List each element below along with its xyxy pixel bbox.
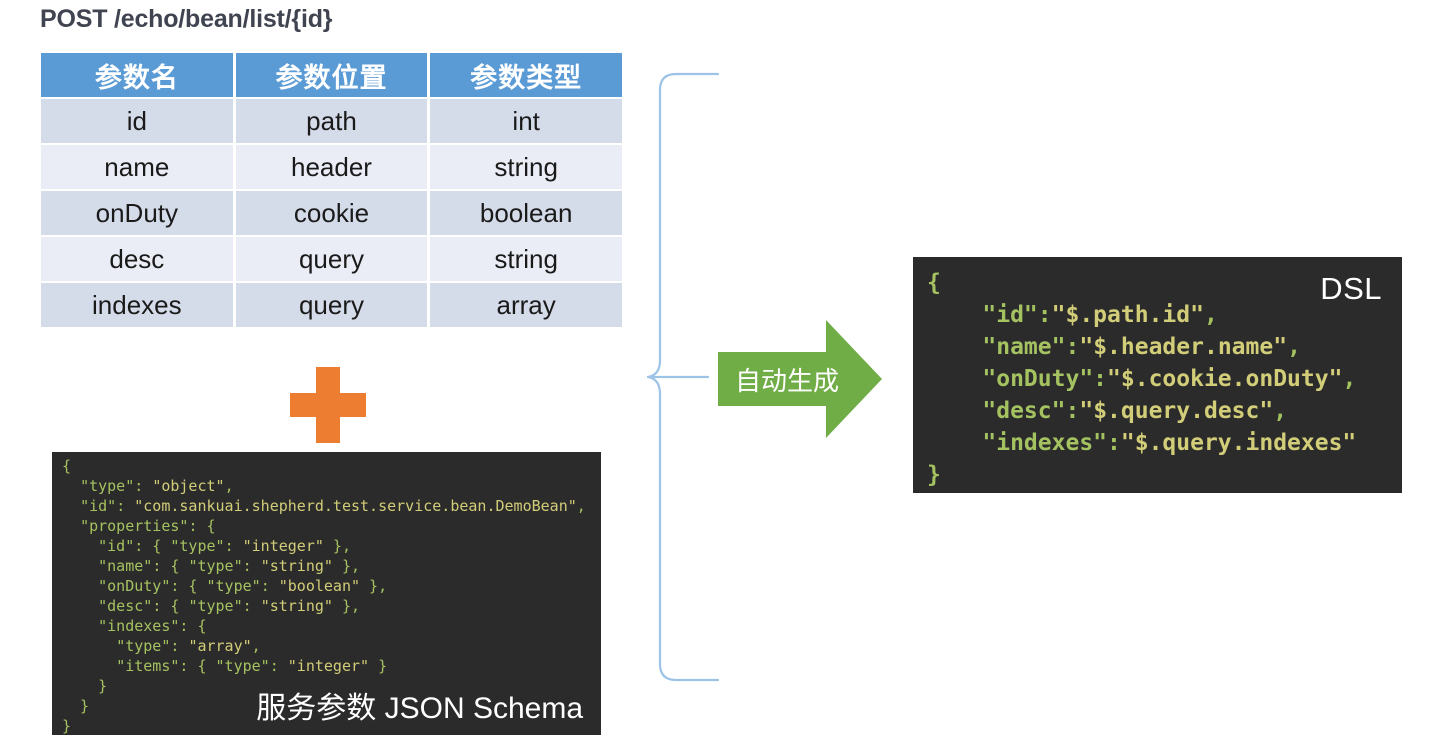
- cell-param-location: header: [235, 145, 428, 189]
- dsl-label: DSL: [1320, 271, 1382, 306]
- cell-param-location: query: [235, 283, 428, 327]
- column-header-param-name: 参数名: [41, 53, 233, 97]
- cell-param-location: path: [235, 99, 428, 143]
- cell-param-type: boolean: [430, 191, 622, 235]
- auto-generate-arrow: [718, 320, 882, 438]
- cell-param-name: id: [41, 99, 233, 143]
- table-row: name header string: [41, 145, 622, 189]
- cell-param-type: array: [430, 283, 622, 327]
- cell-param-name: indexes: [41, 283, 233, 327]
- column-header-param-type: 参数类型: [430, 53, 622, 97]
- cell-param-name: onDuty: [41, 191, 233, 235]
- table-row: onDuty cookie boolean: [41, 191, 622, 235]
- cell-param-name: name: [41, 145, 233, 189]
- cell-param-type: string: [430, 237, 622, 281]
- table-row: id path int: [41, 99, 622, 143]
- cell-param-location: query: [235, 237, 428, 281]
- page-title: POST /echo/bean/list/{id}: [40, 5, 333, 33]
- table-row: indexes query array: [41, 283, 622, 327]
- params-table: 参数名 参数位置 参数类型 id path int name header st…: [38, 51, 625, 329]
- json-schema-caption: 服务参数 JSON Schema: [256, 692, 583, 725]
- dsl-code: { "id":"$.path.id", "name":"$.header.nam…: [927, 270, 1357, 488]
- cell-param-type: int: [430, 99, 622, 143]
- plus-icon: [290, 367, 366, 443]
- table-row: desc query string: [41, 237, 622, 281]
- table-header-row: 参数名 参数位置 参数类型: [41, 53, 622, 97]
- json-schema-panel: { "type": "object", "id": "com.sankuai.s…: [52, 452, 601, 735]
- column-header-param-location: 参数位置: [235, 53, 428, 97]
- plus-icon-vertical-bar: [316, 367, 340, 443]
- cell-param-type: string: [430, 145, 622, 189]
- cell-param-name: desc: [41, 237, 233, 281]
- dsl-panel: { "id":"$.path.id", "name":"$.header.nam…: [913, 257, 1402, 493]
- cell-param-location: cookie: [235, 191, 428, 235]
